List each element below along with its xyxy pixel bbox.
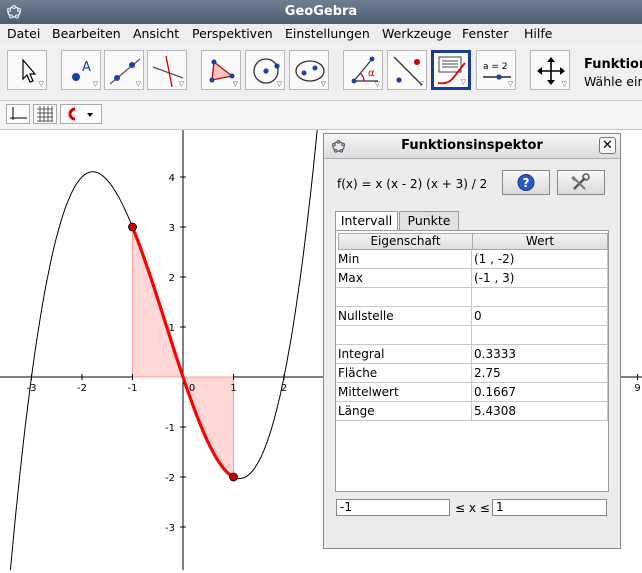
interval-start-input[interactable]: -1 <box>336 499 450 516</box>
interval-endpoint[interactable] <box>128 222 137 232</box>
tab-punkte[interactable]: Punkte <box>399 211 459 230</box>
reflect-tool-button[interactable]: ▽ <box>387 50 427 90</box>
property-name-cell: Mittelwert <box>336 383 472 402</box>
table-row[interactable]: Integral 0.3333 <box>336 345 608 364</box>
style-bar <box>0 101 642 130</box>
property-name-cell <box>336 326 472 345</box>
perpendicular-line-tool-button[interactable]: ▽ <box>147 50 187 90</box>
y-tick-label: -2 <box>165 473 175 484</box>
grid-toggle-icon <box>37 106 53 122</box>
property-name-cell: Länge <box>336 402 472 421</box>
function-definition: f(x) = x (x - 2) (x + 3) / 2 <box>337 177 488 191</box>
settings-tools-icon <box>571 173 590 190</box>
table-row[interactable]: Länge 5.4308 <box>336 402 608 421</box>
property-name-cell: Fläche <box>336 364 472 383</box>
x-tick-label: 1 <box>230 383 236 394</box>
property-value-cell: 0 <box>472 307 608 326</box>
interval-end-input[interactable]: 1 <box>492 499 607 516</box>
y-tick-label: -1 <box>165 423 175 434</box>
property-name-cell <box>336 288 472 307</box>
property-value-cell: 0.1667 <box>472 383 608 402</box>
x-tick-label: 9 <box>634 383 640 394</box>
y-tick-label: 1 <box>169 323 175 334</box>
menu-bearbeiten[interactable]: Bearbeiten <box>52 26 121 41</box>
table-row[interactable] <box>336 326 608 345</box>
point-capturing-icon <box>68 107 93 121</box>
y-tick-label: -3 <box>165 523 175 534</box>
tool-help: Wähle ein <box>584 74 642 89</box>
x-tick-label: -2 <box>77 383 87 394</box>
function-inspector-tool-button[interactable]: ▽ <box>431 50 471 90</box>
table-row[interactable]: Nullstelle 0 <box>336 307 608 326</box>
svg-text:?: ? <box>523 176 530 190</box>
menu-fenster[interactable]: Fenster <box>462 26 508 41</box>
slider-tool-button[interactable]: a = 2 ▽ <box>476 50 516 90</box>
move-tool-button[interactable]: ▽ <box>7 50 47 90</box>
x-tick-label: -1 <box>128 383 138 394</box>
property-value-cell <box>472 326 608 345</box>
tab-intervall[interactable]: Intervall <box>335 211 398 230</box>
properties-table: Eigenschaft Wert Min (1 , -2) Max (-1 , 3) N… <box>335 230 609 492</box>
property-value-cell: 2.75 <box>472 364 608 383</box>
axes-toggle-button[interactable] <box>6 104 30 124</box>
x-tick-label: 2 <box>281 383 287 394</box>
interval-label: ≤ x ≤ <box>455 501 490 515</box>
point-tool-button[interactable]: A ▽ <box>61 50 101 90</box>
svg-text:α: α <box>368 68 375 79</box>
tool-info: Funktion Wähle ein <box>584 57 642 89</box>
grid-toggle-button[interactable] <box>33 104 57 124</box>
y-tick-label: 4 <box>169 173 175 184</box>
property-name-cell: Integral <box>336 345 472 364</box>
circle-tool-button[interactable]: ▽ <box>245 50 285 90</box>
column-header-wert[interactable]: Wert <box>472 233 608 250</box>
menu-ansicht[interactable]: Ansicht <box>133 26 179 41</box>
menu-datei[interactable]: Datei <box>7 26 40 41</box>
table-row[interactable]: Max (-1 , 3) <box>336 269 608 288</box>
menu-werkzeuge[interactable]: Werkzeuge <box>382 26 452 41</box>
window-title: GeoGebra <box>284 4 358 19</box>
function-inspector-dialog: Funktionsinspektor ✕ f(x) = x (x - 2) (x… <box>323 133 621 549</box>
angle-tool-button[interactable]: α ▽ <box>343 50 383 90</box>
polygon-tool-button[interactable]: ▽ <box>201 50 241 90</box>
table-row[interactable] <box>336 288 608 307</box>
y-tick-label: 2 <box>169 273 175 284</box>
menu-bar: Datei Bearbeiten Ansicht Perspektiven Ei… <box>0 24 642 44</box>
settings-button[interactable] <box>557 170 605 195</box>
table-row[interactable]: Min (1 , -2) <box>336 250 608 269</box>
help-button[interactable]: ? <box>502 170 550 195</box>
property-name-cell: Min <box>336 250 472 269</box>
column-header-eigenschaft[interactable]: Eigenschaft <box>338 233 473 250</box>
y-tick-label: 3 <box>169 223 175 234</box>
table-row[interactable]: Mittelwert 0.1667 <box>336 383 608 402</box>
x-tick-label: -3 <box>27 383 37 394</box>
line-tool-button[interactable]: ▽ <box>104 50 144 90</box>
table-row[interactable]: Fläche 2.75 <box>336 364 608 383</box>
property-name-cell: Max <box>336 269 472 288</box>
svg-text:A: A <box>82 60 91 75</box>
title-bar: GeoGebra <box>0 0 642 24</box>
property-value-cell: 0.3333 <box>472 345 608 364</box>
menu-einstellungen[interactable]: Einstellungen <box>285 26 370 41</box>
property-name-cell: Nullstelle <box>336 307 472 326</box>
svg-text:a = 2: a = 2 <box>483 62 508 72</box>
close-button[interactable]: ✕ <box>599 137 616 154</box>
close-icon: ✕ <box>602 138 613 153</box>
toolbar: ▽ A ▽ ▽ ▽ ▽ ▽ ▽ α ▽ ▽ ▽ a = 2 ▽ ▽ Funkti… <box>0 44 642 101</box>
interval-endpoint[interactable] <box>229 472 238 482</box>
conic-tool-button[interactable]: ▽ <box>289 50 329 90</box>
move-graphics-view-tool-button[interactable]: ▽ <box>530 50 570 90</box>
axes-toggle-icon <box>10 107 27 120</box>
help-icon: ? <box>517 174 535 191</box>
menu-perspektiven[interactable]: Perspektiven <box>192 26 273 41</box>
property-value-cell: (-1 , 3) <box>472 269 608 288</box>
menu-hilfe[interactable]: Hilfe <box>524 26 552 41</box>
tool-name: Funktion <box>584 57 642 72</box>
dialog-title: Funktionsinspektor <box>401 138 543 153</box>
dialog-title-bar[interactable]: Funktionsinspektor ✕ <box>324 134 620 159</box>
property-value-cell: (1 , -2) <box>472 250 608 269</box>
x-tick-label: 0 <box>189 383 195 394</box>
point-capturing-button[interactable] <box>60 104 102 124</box>
property-value-cell: 5.4308 <box>472 402 608 421</box>
property-value-cell <box>472 288 608 307</box>
